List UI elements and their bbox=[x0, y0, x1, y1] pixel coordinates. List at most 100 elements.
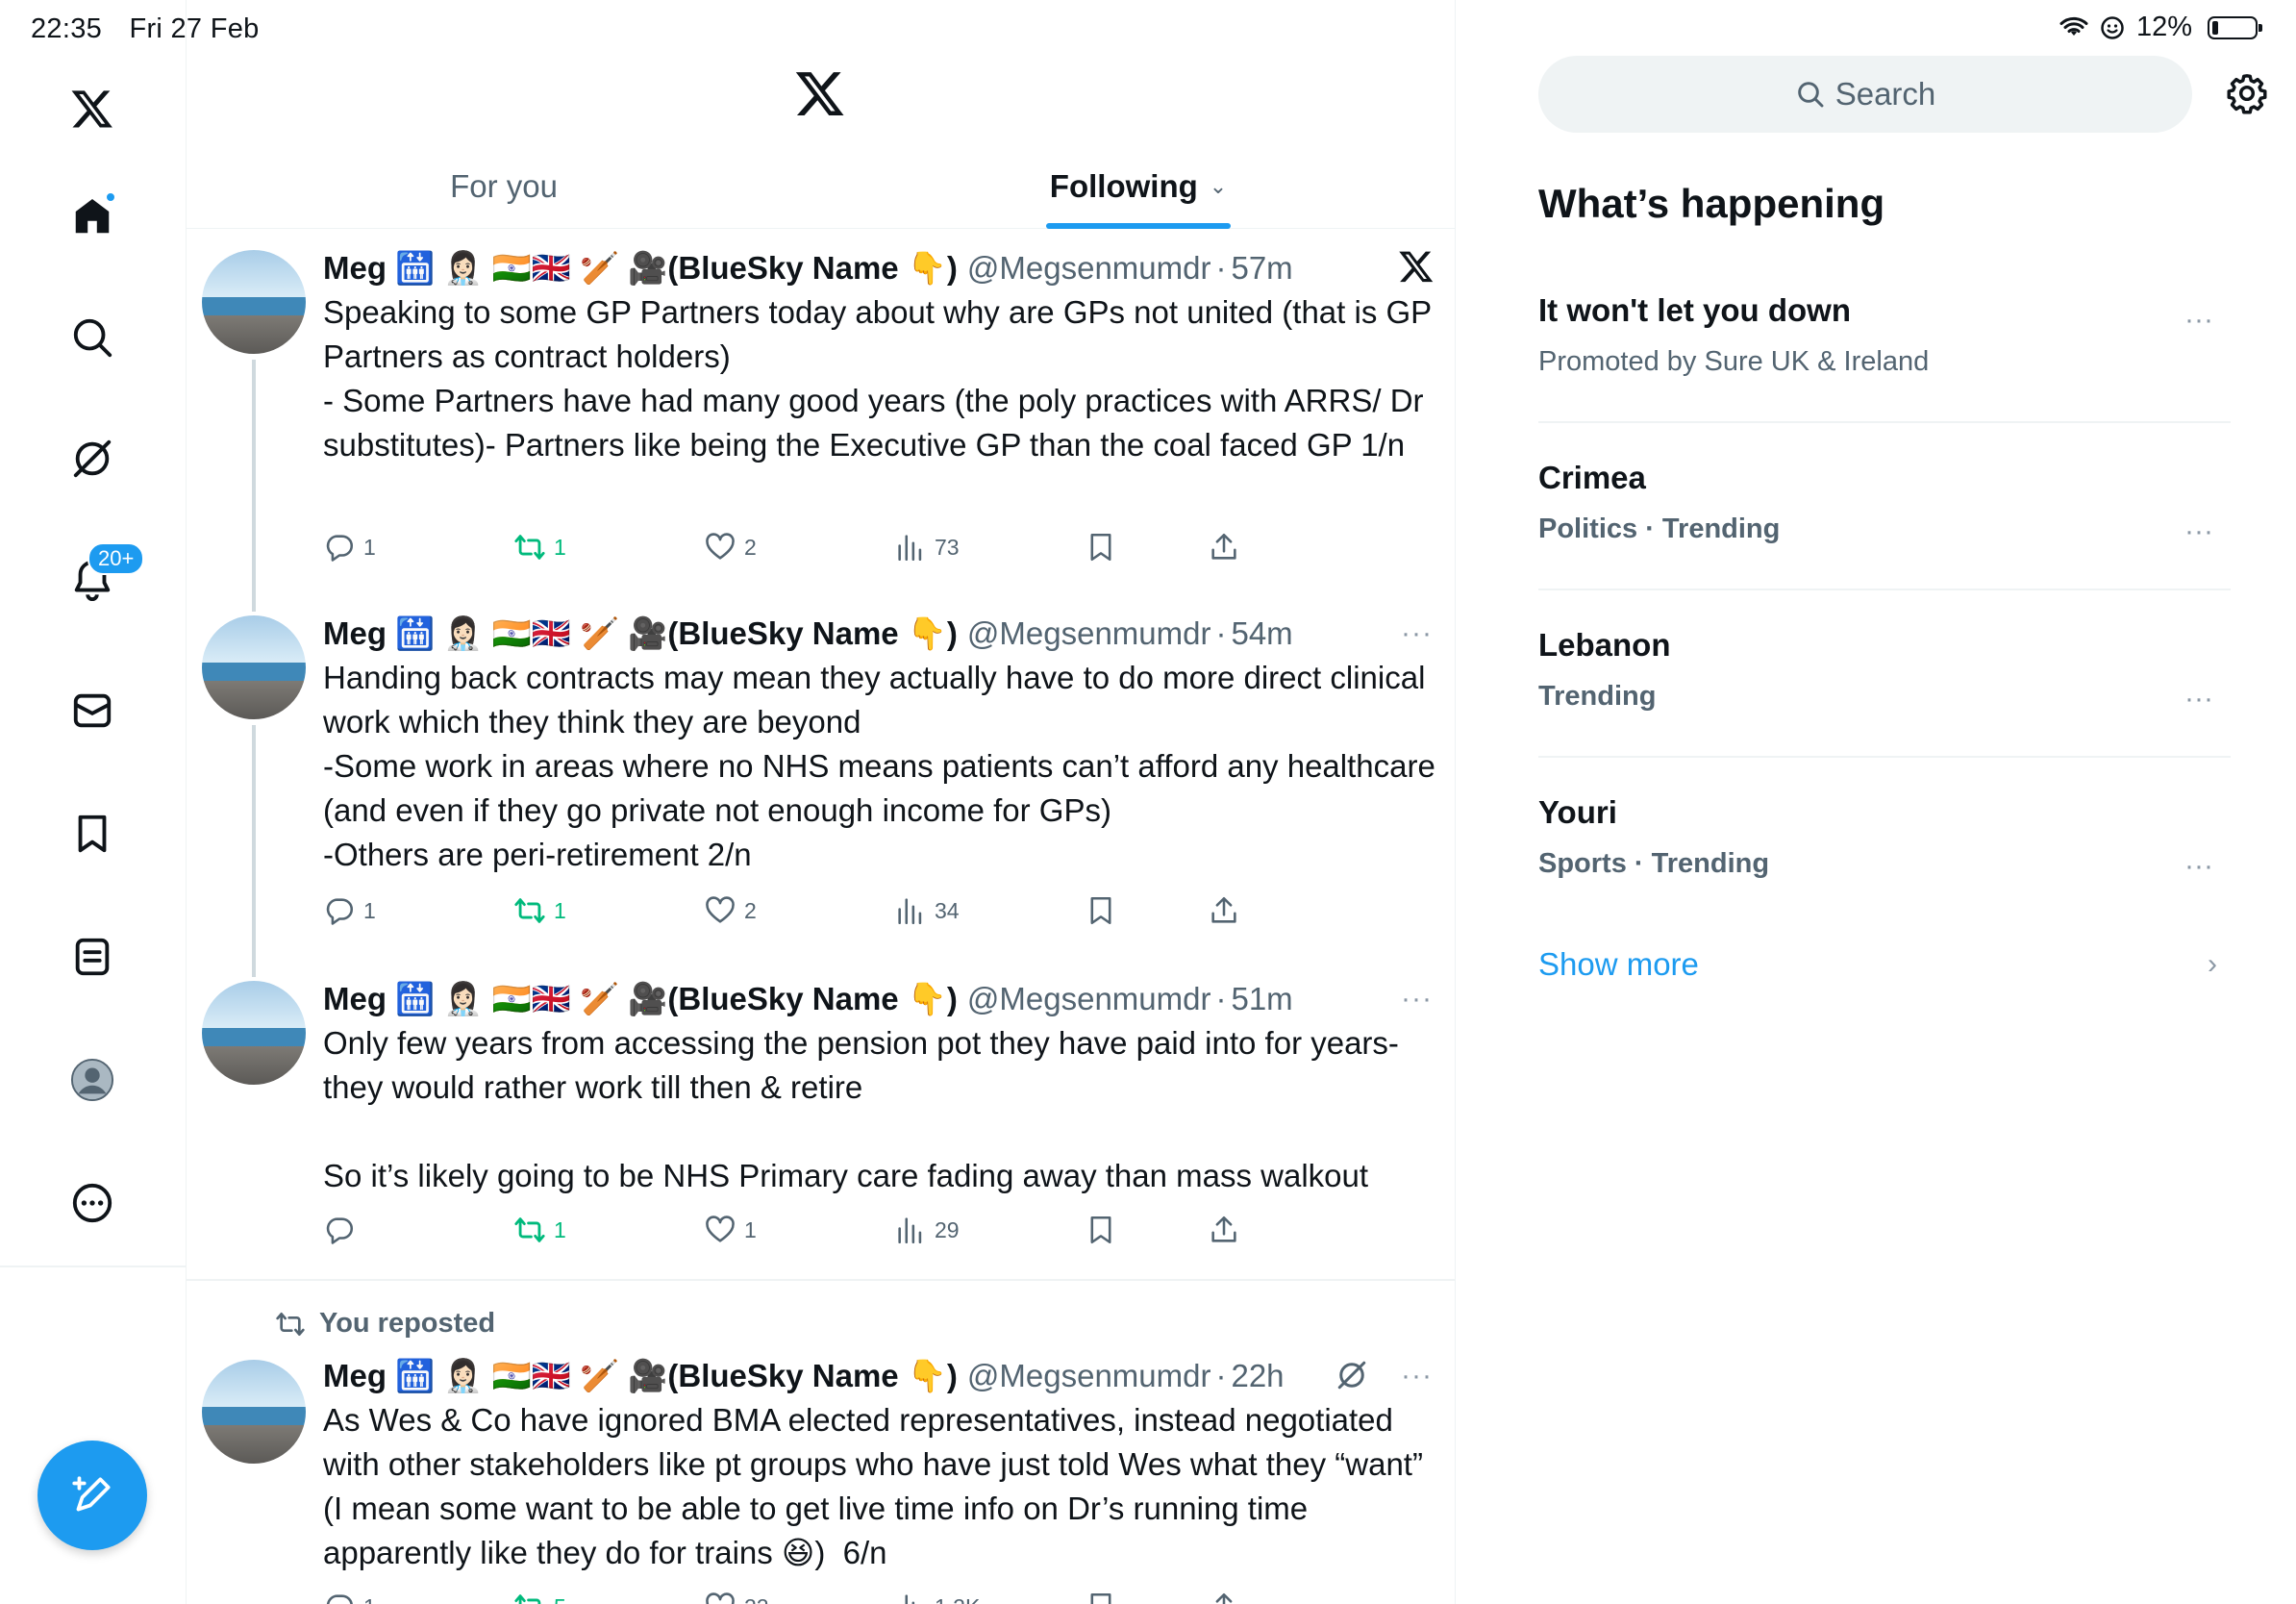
trend-title: Crimea bbox=[1538, 460, 1646, 495]
more-options-icon[interactable]: ··· bbox=[1401, 1360, 1433, 1392]
repost-icon bbox=[514, 1217, 545, 1242]
like-count: 1 bbox=[744, 1216, 757, 1242]
like-button[interactable]: 1 bbox=[704, 1214, 757, 1246]
share-icon bbox=[1211, 1216, 1236, 1242]
bookmark-button[interactable] bbox=[1085, 1214, 1125, 1246]
repost-count: 1 bbox=[554, 534, 566, 560]
avatar[interactable] bbox=[202, 981, 306, 1085]
repost-button[interactable]: 1 bbox=[513, 894, 566, 927]
reply-icon bbox=[326, 898, 354, 925]
views-button[interactable]: 29 bbox=[894, 1214, 960, 1246]
tweet-header: Meg 🛗 👩🏻‍⚕️ 🇮🇳🇬🇧 🏏 🎥(BlueSky Name 👇) @Me… bbox=[323, 1354, 1436, 1398]
bookmarks-icon[interactable] bbox=[64, 806, 120, 862]
trend-title: Youri bbox=[1538, 794, 1617, 830]
lists-icon[interactable] bbox=[64, 929, 120, 985]
author-name[interactable]: Meg 🛗 👩🏻‍⚕️ 🇮🇳🇬🇧 🏏 🎥(BlueSky Name 👇) bbox=[323, 615, 958, 653]
avatar[interactable] bbox=[202, 1360, 306, 1464]
more-options-icon[interactable]: ··· bbox=[2184, 515, 2213, 548]
trend-item[interactable]: Youri Sports · Trending ··· bbox=[1538, 794, 2231, 883]
repost-button[interactable]: 5 bbox=[513, 1591, 566, 1604]
search-input[interactable]: Search bbox=[1538, 56, 2192, 133]
trend-item[interactable]: Crimea Politics · Trending ··· bbox=[1538, 460, 2231, 548]
author-handle[interactable]: @Megsenmumdr bbox=[967, 250, 1211, 287]
messages-icon[interactable] bbox=[64, 683, 120, 739]
separator-dot: · bbox=[1215, 250, 1227, 286]
bookmark-icon bbox=[1090, 1592, 1111, 1604]
author-handle[interactable]: @Megsenmumdr bbox=[967, 615, 1211, 652]
author-handle[interactable]: @Megsenmumdr bbox=[967, 1358, 1211, 1394]
left-nav-rail: 20+ bbox=[0, 0, 187, 1604]
bookmark-icon bbox=[1090, 896, 1111, 925]
bookmark-button[interactable] bbox=[1085, 1591, 1125, 1604]
more-options-icon[interactable]: ··· bbox=[2184, 683, 2213, 715]
home-icon[interactable] bbox=[64, 188, 120, 244]
tweet-text: Handing back contracts may mean they act… bbox=[323, 660, 1435, 872]
more-options-icon[interactable] bbox=[64, 1175, 120, 1231]
author-handle[interactable]: @Megsenmumdr bbox=[967, 981, 1211, 1017]
tab-for-you-label: For you bbox=[450, 168, 558, 204]
more-options-icon[interactable]: ··· bbox=[2184, 850, 2213, 883]
avatar[interactable] bbox=[202, 615, 306, 719]
trend-divider bbox=[1538, 589, 2231, 590]
trend-item[interactable]: Lebanon Trending ··· bbox=[1538, 627, 2231, 715]
more-options-icon[interactable]: ··· bbox=[2184, 304, 2213, 337]
bookmark-button[interactable] bbox=[1085, 531, 1125, 564]
thread-connector bbox=[252, 360, 256, 612]
like-button[interactable]: 22 bbox=[704, 1591, 769, 1604]
bookmark-icon bbox=[1090, 533, 1111, 562]
trend-title: It won't let you down bbox=[1538, 292, 1851, 328]
tab-for-you[interactable]: For you bbox=[187, 144, 821, 229]
x-grok-icon[interactable] bbox=[1398, 248, 1435, 285]
author-name[interactable]: Meg 🛗 👩🏻‍⚕️ 🇮🇳🇬🇧 🏏 🎥(BlueSky Name 👇) bbox=[323, 1358, 958, 1395]
reply-button[interactable]: 1 bbox=[323, 894, 376, 927]
reply-button[interactable]: 1 bbox=[323, 531, 376, 564]
notifications-bell-icon[interactable]: 20+ bbox=[64, 542, 145, 608]
views-button[interactable]: 1.2K bbox=[894, 1591, 980, 1604]
like-count: 2 bbox=[744, 534, 757, 560]
tweet-time[interactable]: 57m bbox=[1231, 250, 1292, 287]
trend-divider bbox=[1538, 421, 2231, 423]
reply-button[interactable] bbox=[323, 1214, 363, 1246]
active-tab-indicator bbox=[1046, 223, 1231, 229]
compose-post-button[interactable] bbox=[37, 1441, 147, 1550]
avatar[interactable] bbox=[202, 250, 306, 354]
repost-button[interactable]: 1 bbox=[513, 1214, 566, 1246]
rail-divider bbox=[0, 1266, 187, 1267]
grok-icon[interactable] bbox=[1335, 1358, 1369, 1392]
tweet-header: Meg 🛗 👩🏻‍⚕️ 🇮🇳🇬🇧 🏏 🎥(BlueSky Name 👇) @Me… bbox=[323, 977, 1436, 1021]
x-logo-icon[interactable] bbox=[64, 81, 120, 137]
views-button[interactable]: 73 bbox=[894, 531, 960, 564]
show-more-link[interactable]: Show more bbox=[1538, 946, 1699, 983]
share-button[interactable] bbox=[1208, 894, 1248, 927]
profile-avatar-icon[interactable] bbox=[64, 1052, 120, 1108]
like-button[interactable]: 2 bbox=[704, 531, 757, 564]
views-chart-icon bbox=[898, 1217, 922, 1244]
grok-icon[interactable] bbox=[64, 431, 120, 487]
tweet-time[interactable]: 51m bbox=[1231, 981, 1292, 1017]
more-options-icon[interactable]: ··· bbox=[1401, 617, 1433, 650]
x-header-logo-icon[interactable] bbox=[794, 67, 846, 119]
like-button[interactable]: 2 bbox=[704, 894, 757, 927]
author-name[interactable]: Meg 🛗 👩🏻‍⚕️ 🇮🇳🇬🇧 🏏 🎥(BlueSky Name 👇) bbox=[323, 250, 958, 288]
repost-button[interactable]: 1 bbox=[513, 531, 566, 564]
chevron-right-icon[interactable]: › bbox=[2208, 948, 2217, 981]
bookmark-button[interactable] bbox=[1085, 894, 1125, 927]
share-button[interactable] bbox=[1208, 1214, 1248, 1246]
settings-gear-icon[interactable] bbox=[2225, 71, 2269, 115]
tweet-time[interactable]: 54m bbox=[1231, 615, 1292, 652]
explore-search-icon[interactable] bbox=[64, 310, 120, 365]
reply-icon bbox=[326, 1594, 353, 1604]
more-options-icon[interactable]: ··· bbox=[1401, 983, 1433, 1015]
trend-subtitle: Sports · Trending bbox=[1538, 848, 1770, 879]
views-button[interactable]: 34 bbox=[894, 894, 960, 927]
author-name[interactable]: Meg 🛗 👩🏻‍⚕️ 🇮🇳🇬🇧 🏏 🎥(BlueSky Name 👇) bbox=[323, 981, 958, 1018]
reply-button[interactable]: 1 bbox=[323, 1591, 376, 1604]
tab-following[interactable]: Following ⌄ bbox=[821, 144, 1455, 229]
share-button[interactable] bbox=[1208, 1591, 1248, 1604]
tweet-time[interactable]: 22h bbox=[1231, 1358, 1284, 1394]
repost-count: 1 bbox=[554, 897, 566, 923]
trend-item[interactable]: It won't let you down Promoted by Sure U… bbox=[1538, 292, 2231, 378]
share-button[interactable] bbox=[1208, 531, 1248, 564]
chevron-down-icon[interactable]: ⌄ bbox=[1210, 174, 1227, 199]
separator-dot: · bbox=[1215, 981, 1227, 1016]
